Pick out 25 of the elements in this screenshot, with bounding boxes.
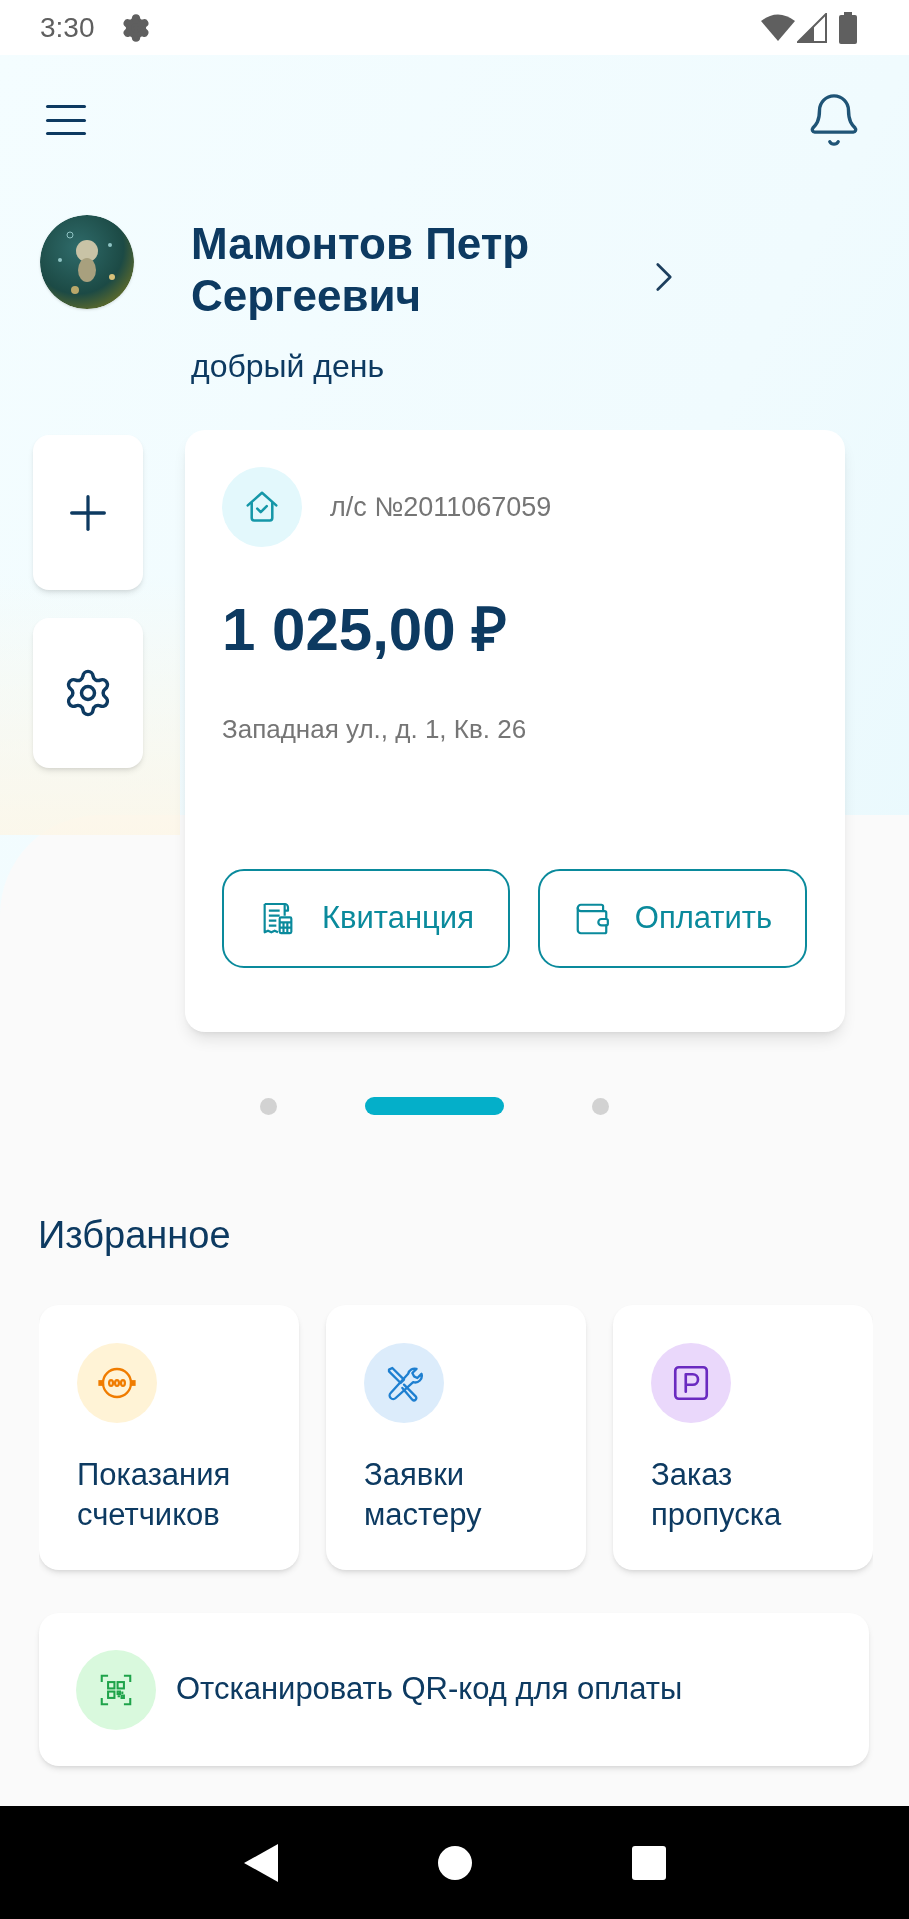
favorites-title: Избранное: [38, 1213, 232, 1258]
qr-scan-button[interactable]: Отсканировать QR-код для оплаты: [39, 1613, 869, 1766]
settings-status-icon: [120, 12, 151, 43]
user-name: Мамонтов Петр Сергеевич: [191, 218, 531, 322]
card-action-button[interactable]: Квитанция: [222, 869, 510, 968]
wifi-icon: [761, 13, 795, 42]
recents-icon[interactable]: [631, 1845, 666, 1880]
favorite-tile[interactable]: Заказ пропуска: [613, 1305, 873, 1570]
favorite-label: Заказ пропуска: [651, 1456, 783, 1534]
greeting-text: добрый день: [191, 347, 386, 386]
settings-button[interactable]: [33, 618, 143, 768]
signal-icon: [797, 12, 827, 43]
favorite-tile[interactable]: Показания счетчиков: [39, 1305, 299, 1570]
favorite-tile[interactable]: Заявки мастеру: [326, 1305, 586, 1570]
card-action-button[interactable]: Оплатить: [538, 869, 807, 968]
address-text: Западная ул., д. 1, Кв. 26: [222, 713, 528, 746]
menu-button[interactable]: [46, 105, 86, 135]
balance-amount: 1 025,00 ₽: [222, 595, 509, 665]
status-time: 3:30: [40, 10, 95, 45]
favorite-label: Показания счетчиков: [77, 1456, 232, 1534]
back-icon[interactable]: [243, 1843, 278, 1882]
home-icon[interactable]: [437, 1845, 472, 1880]
account-number: л/с №2011067059: [330, 490, 552, 524]
battery-icon: [839, 11, 857, 44]
favorite-label: Заявки мастеру: [364, 1456, 483, 1534]
